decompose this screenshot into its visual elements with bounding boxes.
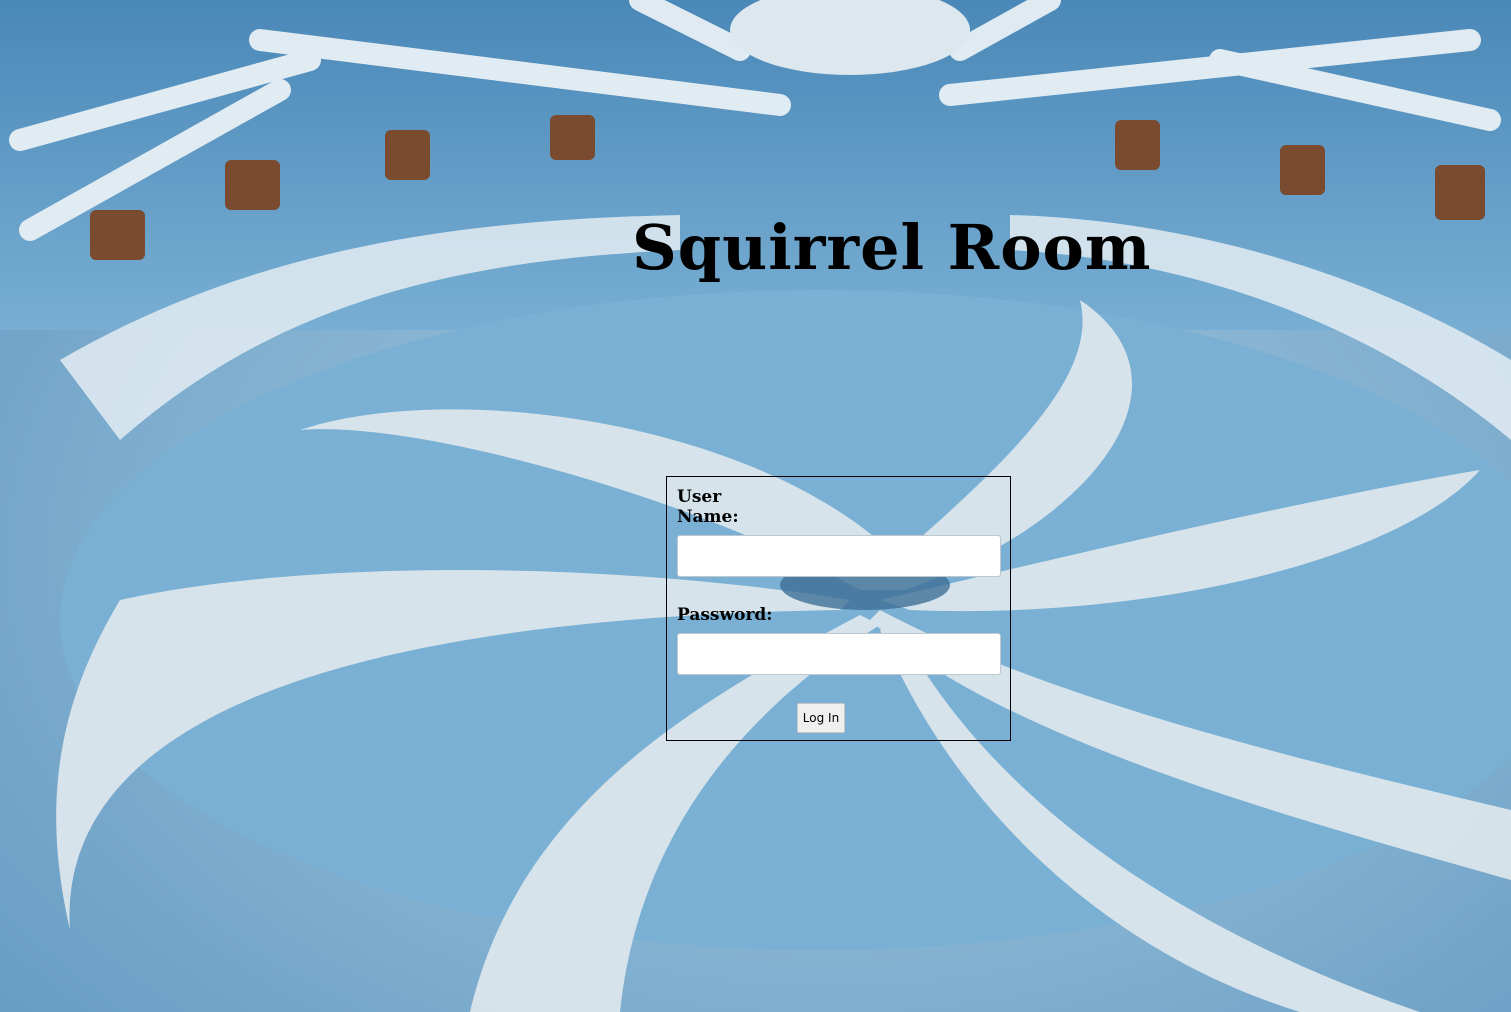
login-button[interactable]: Log In [797, 703, 845, 733]
page-title: Squirrel Room [632, 211, 1152, 284]
login-form: User Name: Password: Log In [666, 476, 1011, 741]
username-label: User Name: [677, 487, 739, 527]
password-input[interactable] [677, 633, 1001, 675]
username-input[interactable] [677, 535, 1001, 577]
password-label: Password: [677, 605, 773, 625]
